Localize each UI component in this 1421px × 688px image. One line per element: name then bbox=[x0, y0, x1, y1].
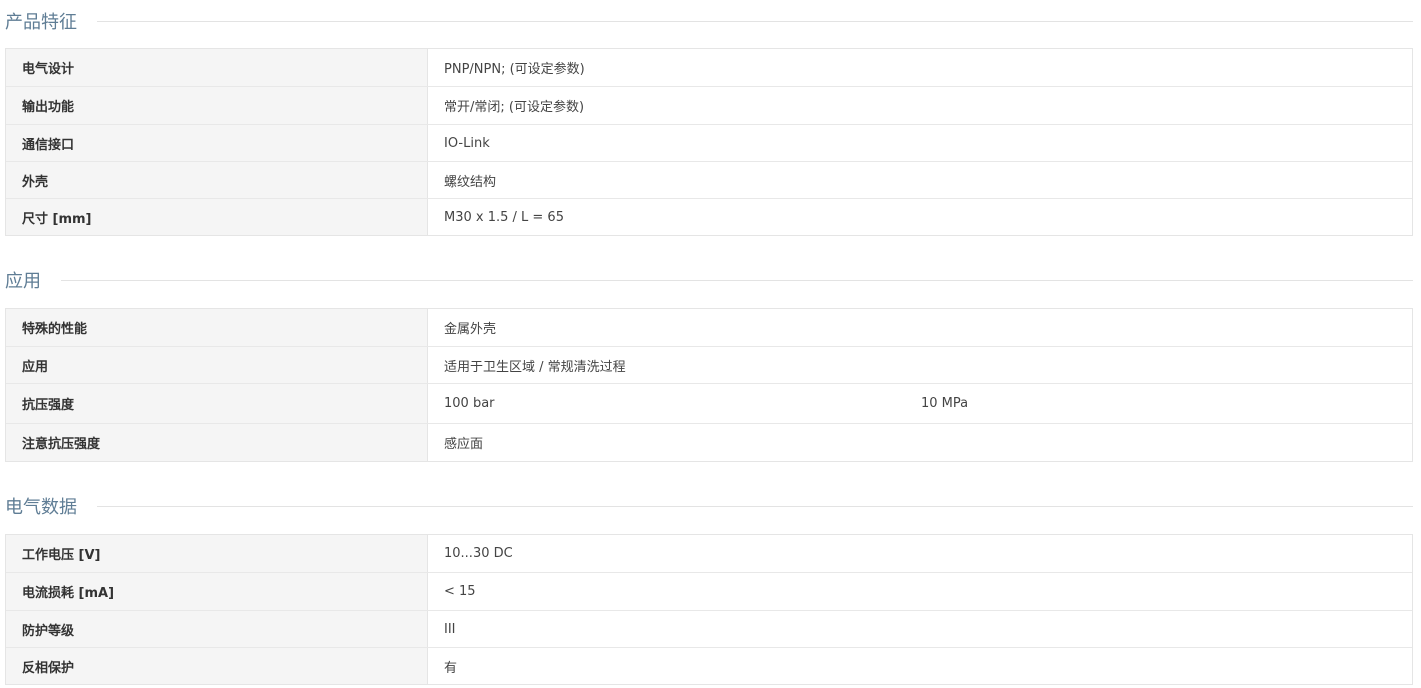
section-divider bbox=[97, 20, 1413, 22]
section-header-electrical: 电气数据 bbox=[5, 494, 1413, 518]
table-row: 反相保护 有 bbox=[6, 647, 1412, 684]
spec-label: 特殊的性能 bbox=[6, 309, 428, 346]
spec-value: < 15 bbox=[444, 584, 476, 599]
section-title: 电气数据 bbox=[5, 497, 77, 518]
spec-label: 应用 bbox=[6, 347, 428, 383]
spec-table-features: 电气设计 PNP/NPN; (可设定参数) 输出功能 常开/常闭; (可设定参数… bbox=[5, 48, 1413, 236]
spec-label: 外壳 bbox=[6, 162, 428, 198]
spec-value: IO-Link bbox=[444, 135, 490, 151]
table-row: 尺寸 [mm] M30 x 1.5 / L = 65 bbox=[6, 198, 1412, 235]
table-row: 电流损耗 [mA] < 15 bbox=[6, 572, 1412, 610]
spec-value: 有 bbox=[444, 660, 458, 676]
spec-label: 反相保护 bbox=[6, 648, 428, 684]
spec-label: 工作电压 [V] bbox=[6, 535, 428, 572]
section-divider bbox=[61, 279, 1413, 281]
table-row: 注意抗压强度 感应面 bbox=[6, 423, 1412, 461]
table-row: 防护等级 III bbox=[6, 610, 1412, 647]
spec-label: 电流损耗 [mA] bbox=[6, 573, 428, 610]
spec-label: 抗压强度 bbox=[6, 384, 428, 423]
spec-label: 输出功能 bbox=[6, 87, 428, 124]
spec-value: M30 x 1.5 / L = 65 bbox=[444, 209, 564, 225]
spec-label: 尺寸 [mm] bbox=[6, 199, 428, 235]
spec-table-electrical: 工作电压 [V] 10...30 DC 电流损耗 [mA] < 15 防护等级 … bbox=[5, 534, 1413, 685]
table-row: 应用 适用于卫生区域 / 常规清洗过程 bbox=[6, 346, 1412, 383]
spec-label: 注意抗压强度 bbox=[6, 424, 428, 461]
spec-value: 螺纹结构 bbox=[444, 174, 497, 190]
section-title: 产品特征 bbox=[5, 12, 77, 33]
spec-value: 常开/常闭; (可设定参数) bbox=[444, 100, 585, 115]
product-spec-page: 产品特征 电气设计 PNP/NPN; (可设定参数) 输出功能 常开/常闭; (… bbox=[0, 0, 1421, 688]
section-divider bbox=[97, 505, 1413, 507]
spec-value: 适用于卫生区域 / 常规清洗过程 bbox=[444, 359, 626, 375]
spec-value-secondary: 10 MPa bbox=[921, 396, 969, 411]
section-header-application: 应用 bbox=[5, 268, 1413, 292]
spec-label: 防护等级 bbox=[6, 611, 428, 647]
spec-value: 感应面 bbox=[444, 437, 484, 452]
spec-value: 10...30 DC bbox=[444, 546, 513, 561]
spec-value-group: 100 bar 10 MPa bbox=[428, 384, 1412, 423]
table-row: 特殊的性能 金属外壳 bbox=[6, 309, 1412, 346]
table-row: 抗压强度 100 bar 10 MPa bbox=[6, 383, 1412, 423]
table-row: 工作电压 [V] 10...30 DC bbox=[6, 535, 1412, 572]
spec-label: 电气设计 bbox=[6, 49, 428, 86]
spec-label: 通信接口 bbox=[6, 125, 428, 161]
spec-value: 100 bar bbox=[444, 396, 495, 411]
section-title: 应用 bbox=[5, 271, 41, 292]
table-row: 电气设计 PNP/NPN; (可设定参数) bbox=[6, 49, 1412, 86]
spec-value: III bbox=[444, 621, 456, 637]
section-header-features: 产品特征 bbox=[5, 9, 1413, 33]
spec-table-application: 特殊的性能 金属外壳 应用 适用于卫生区域 / 常规清洗过程 抗压强度 100 … bbox=[5, 308, 1413, 462]
table-row: 外壳 螺纹结构 bbox=[6, 161, 1412, 198]
spec-value: 金属外壳 bbox=[444, 322, 497, 337]
table-row: 通信接口 IO-Link bbox=[6, 124, 1412, 161]
spec-value: PNP/NPN; (可设定参数) bbox=[444, 62, 585, 77]
table-row: 输出功能 常开/常闭; (可设定参数) bbox=[6, 86, 1412, 124]
